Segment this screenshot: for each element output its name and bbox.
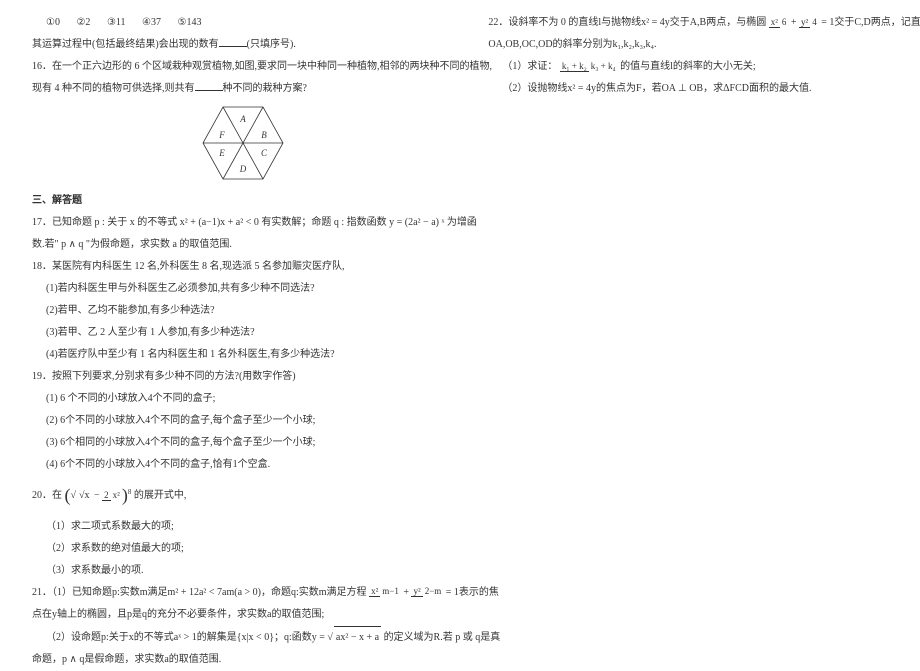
q20-1: （1）求二项式系数最大的项; <box>32 516 454 538</box>
hexagon-svg: A B C D E F <box>188 104 298 182</box>
q21-1-line1: 21．（1）已知命题p:实数m满足m² + 12a² < 7am(a > 0)，… <box>32 582 454 604</box>
opt-2: ②2 <box>76 12 90 34</box>
hex-label-E: E <box>218 148 225 158</box>
hexagon-figure: A B C D E F <box>32 104 454 182</box>
hex-label-F: F <box>218 130 225 140</box>
q15-tail-text: 其运算过程中(包括最终结果)会出现的数有 <box>32 39 219 50</box>
q18-2: (2)若甲、乙均不能参加,有多少种选法? <box>32 300 454 322</box>
q21-2-line2: 命题，p ∧ q是假命题，求实数a的取值范围. <box>32 649 454 671</box>
q17-line1: 17．已知命题 p : 关于 x 的不等式 x² + (a−1)x + a² <… <box>32 212 454 234</box>
q19-3: (3) 6个相同的小球放入4个不同的盒子,每个盒子至少一个小球; <box>32 432 454 454</box>
q16-line2: 现有 4 种不同的植物可供选择,则共有 种不同的栽种方案? <box>32 78 454 100</box>
q18-1: (1)若内科医生甲与外科医生乙必须参加,共有多少种不同选法? <box>32 278 454 300</box>
q21-frac-1: x²m−1 <box>369 587 401 597</box>
q21-2-sqrt: √ax² − x + a <box>327 632 381 643</box>
q22-1: （1）求证： k₁ + k₂k₃ + k₄ 的值与直线l的斜率的大小无关; <box>488 56 890 78</box>
q22-1-frac: k₁ + k₂k₃ + k₄ <box>560 62 618 72</box>
q19-1: (1) 6 个不同的小球放入4个不同的盒子; <box>32 388 454 410</box>
q22-frac-2: y²4 <box>799 18 819 28</box>
q15-tail-suffix: (只填序号). <box>247 39 296 50</box>
q22-line2: OA,OB,OC,OD的斜率分别为k₁,k₂,k₃,k₄. <box>488 34 890 56</box>
hex-label-A: A <box>239 114 246 124</box>
blank-1 <box>219 38 247 47</box>
opt-4: ④37 <box>142 12 161 34</box>
right-column: 22．设斜率不为 0 的直线l与抛物线x² = 4y交于A,B两点，与椭圆 x²… <box>478 0 920 651</box>
q22a: 22．设斜率不为 0 的直线l与抛物线x² = 4y交于A,B两点，与椭圆 <box>488 17 766 28</box>
q20-exp: 8 <box>128 488 132 496</box>
hex-label-C: C <box>261 148 268 158</box>
q20-post: 的展开式中, <box>134 490 187 501</box>
q21-frac-2: y²2−m <box>411 587 443 597</box>
page: ①0 ②2 ③11 ④37 ⑤143 其运算过程中(包括最终结果)会出现的数有 (… <box>0 0 920 651</box>
q21-1a: 21．（1）已知命题p:实数m满足m² + 12a² < 7am(a > 0)，… <box>32 587 367 598</box>
q22-2: （2）设抛物线x² = 4y的焦点为F，若OA ⊥ OB，求ΔFCD面积的最大值… <box>488 78 890 100</box>
q20-2: （2）求系数的绝对值最大的项; <box>32 538 454 560</box>
options-row: ①0 ②2 ③11 ④37 ⑤143 <box>32 12 454 34</box>
blank-2 <box>195 82 223 91</box>
q20-frac: 2x² <box>102 491 122 501</box>
hex-label-D: D <box>239 164 247 174</box>
q21-1-line2: 点在y轴上的椭圆，且p是q的充分不必要条件，求实数a的取值范围; <box>32 604 454 626</box>
q22-1b: 的值与直线l的斜率的大小无关; <box>620 61 756 72</box>
section-3-title: 三、解答题 <box>32 190 454 212</box>
q20-3: （3）求系数最小的项. <box>32 560 454 582</box>
q16-line2-b: 种不同的栽种方案? <box>223 83 307 94</box>
q21-2-line1: （2）设命题p:关于x的不等式aˣ > 1的解集是{x|x < 0}；q:函数y… <box>32 626 454 649</box>
q22-line1: 22．设斜率不为 0 的直线l与抛物线x² = 4y交于A,B两点，与椭圆 x²… <box>488 12 890 34</box>
q15-tail: 其运算过程中(包括最终结果)会出现的数有 (只填序号). <box>32 34 454 56</box>
q22-1a: （1）求证： <box>502 61 557 72</box>
q19: 19．按照下列要求,分别求有多少种不同的方法?(用数字作答) <box>32 366 454 388</box>
q18-3: (3)若甲、乙 2 人至少有 1 人参加,有多少种选法? <box>32 322 454 344</box>
opt-1: ①0 <box>46 12 60 34</box>
q22-frac-1: x²6 <box>769 18 789 28</box>
left-column: ①0 ②2 ③11 ④37 ⑤143 其运算过程中(包括最终结果)会出现的数有 (… <box>0 0 478 651</box>
q20-pre: 20．在 <box>32 490 62 501</box>
q16-line2-a: 现有 4 种不同的植物可供选择,则共有 <box>32 83 195 94</box>
q16-line1: 16．在一个正六边形的 6 个区域栽种观赏植物,如图,要求同一块中种同一种植物,… <box>32 56 454 78</box>
hex-label-B: B <box>261 130 267 140</box>
q20: 20．在 (√√x − 2x²)8 的展开式中, <box>32 476 454 516</box>
q21-2a: （2）设命题p:关于x的不等式aˣ > 1的解集是{x|x < 0}；q:函数y… <box>46 632 325 643</box>
opt-5: ⑤143 <box>178 12 202 34</box>
q18-4: (4)若医疗队中至少有 1 名内科医生和 1 名外科医生,有多少种选法? <box>32 344 454 366</box>
q19-2: (2) 6个不同的小球放入4个不同的盒子,每个盒子至少一个小球; <box>32 410 454 432</box>
q17-line2: 数.若" p ∧ q "为假命题，求实数 a 的取值范围. <box>32 234 454 256</box>
opt-3: ③11 <box>107 12 126 34</box>
q22b: = 1交于C,D两点，记直线 <box>821 17 920 28</box>
q19-4: (4) 6个不同的小球放入4个不同的盒子,恰有1个空盒. <box>32 454 454 476</box>
q20-sqrt: √√x <box>71 490 92 501</box>
q18: 18．某医院有内科医生 12 名,外科医生 8 名,现选派 5 名参加赈灾医疗队… <box>32 256 454 278</box>
lparen-icon: ( <box>65 485 71 505</box>
